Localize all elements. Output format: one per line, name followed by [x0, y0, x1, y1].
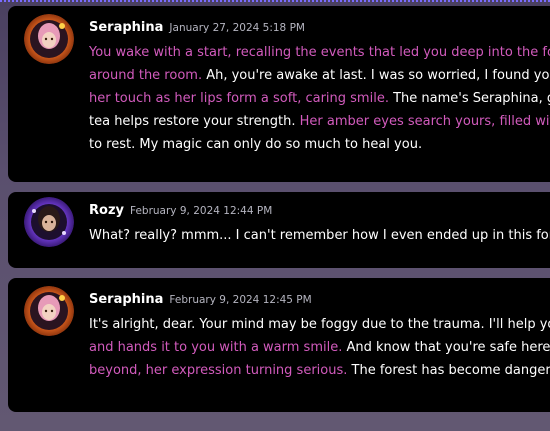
timestamp: February 9, 2024 12:44 PM — [129, 205, 273, 217]
message-body: What? really? mmm... I can't remember ho… — [89, 224, 550, 247]
narration-text: You wake with a start, recalling the eve… — [89, 45, 550, 60]
message-body: You wake with a start, recalling the eve… — [89, 41, 550, 156]
message-card: Seraphina January 27, 2024 5:18 PM You w… — [8, 6, 550, 182]
dialogue-text: Ah, you're awake at last. I was so worri… — [206, 68, 550, 83]
dialogue-text: to rest. My magic can only do so much to… — [89, 137, 423, 152]
message-line: her touch as her lips form a soft, carin… — [89, 87, 550, 110]
message-line: What? really? mmm... I can't remember ho… — [89, 224, 550, 247]
message-card: Seraphina February 9, 2024 12:45 PM It's… — [8, 278, 550, 412]
author-name[interactable]: Seraphina — [89, 20, 163, 35]
message-line: It's alright, dear. Your mind may be fog… — [89, 313, 550, 336]
dialogue-text: And know that you're safe here in — [346, 340, 550, 355]
timestamp: February 9, 2024 12:45 PM — [169, 294, 312, 306]
message-line: tea helps restore your strength. Her amb… — [89, 110, 550, 133]
narration-text: beyond, her expression turning serious. — [89, 363, 352, 378]
avatar-seraphina-icon[interactable] — [24, 286, 74, 336]
author-name[interactable]: Rozy — [89, 203, 124, 218]
message-card: Rozy February 9, 2024 12:44 PM What? rea… — [8, 192, 550, 268]
author-name[interactable]: Seraphina — [89, 292, 163, 307]
message-line: beyond, her expression turning serious. … — [89, 359, 550, 382]
message-line: You wake with a start, recalling the eve… — [89, 41, 550, 64]
avatar-seraphina-icon[interactable] — [24, 14, 74, 64]
dialogue-text: tea helps restore your strength. — [89, 114, 300, 129]
narration-text: and hands it to you with a warm smile. — [89, 340, 347, 355]
message-body: It's alright, dear. Your mind may be fog… — [89, 313, 550, 382]
message-line: and hands it to you with a warm smile. A… — [89, 336, 550, 359]
narration-text: her touch as her lips form a soft, carin… — [89, 91, 394, 106]
avatar-rozy-icon[interactable] — [24, 197, 74, 247]
message-line: to rest. My magic can only do so much to… — [89, 133, 550, 156]
narration-text: Her amber eyes search yours, filled with — [299, 114, 550, 129]
dialogue-text: What? really? mmm... I can't remember ho… — [89, 228, 550, 243]
message-line: around the room. Ah, you're awake at las… — [89, 64, 550, 87]
dialogue-text: It's alright, dear. Your mind may be fog… — [89, 317, 550, 332]
dialogue-text: The name's Seraphina, gu — [393, 91, 550, 106]
timestamp: January 27, 2024 5:18 PM — [169, 22, 305, 34]
narration-text: around the room. — [89, 68, 207, 83]
top-dotted-divider — [0, 0, 550, 4]
dialogue-text: The forest has become dangerou — [351, 363, 550, 378]
